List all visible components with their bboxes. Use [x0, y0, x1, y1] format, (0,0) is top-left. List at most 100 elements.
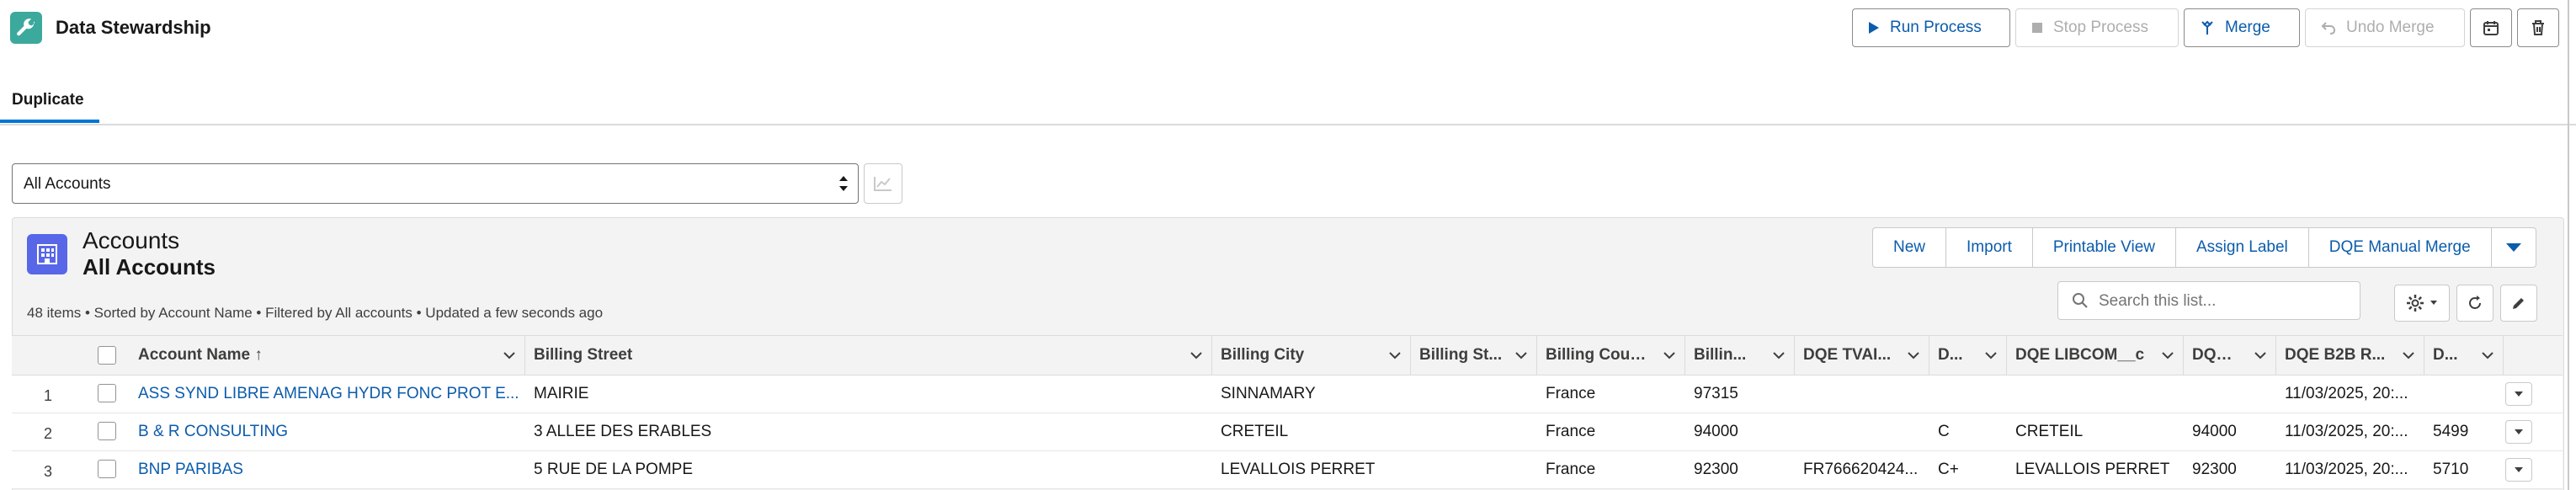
chevron-down-icon	[2505, 243, 2521, 252]
chart-button[interactable]	[864, 163, 902, 204]
column-header-account-name[interactable]: Account Name ↑	[130, 336, 525, 375]
row-checkbox[interactable]	[98, 384, 116, 402]
cell-dqe-cp	[2184, 375, 2276, 413]
refresh-button[interactable]	[2456, 285, 2494, 322]
cell-billing-street: 5 RUE DE LA POMPE	[534, 461, 694, 478]
column-header-billing-country[interactable]: Billing Coun...	[1537, 336, 1685, 375]
search-input[interactable]: Search this list...	[2057, 281, 2360, 320]
sort-ascending-icon: ↑	[254, 346, 263, 364]
undo-merge-button[interactable]: Undo Merge	[2305, 8, 2465, 47]
cell-d	[1929, 375, 2007, 413]
cell-billing-city: SINNAMARY	[1221, 385, 1316, 402]
cell-d2: 5499	[2433, 423, 2469, 440]
cell-dqe-b2b: 11/03/2025, 20:...	[2285, 423, 2408, 440]
page-scrollbar[interactable]	[2568, 0, 2569, 490]
cell-dqe-tvai: FR766620424...	[1803, 461, 1919, 478]
chevron-down-icon[interactable]	[1388, 349, 1402, 362]
row-number: 2	[44, 425, 53, 442]
chevron-down-icon[interactable]	[1984, 349, 1998, 362]
cell-d2	[2424, 375, 2504, 413]
list-view-meta: 48 items • Sorted by Account Name • Filt…	[27, 305, 604, 321]
chevron-down-icon[interactable]	[1190, 349, 1203, 362]
assign-label-button[interactable]: Assign Label	[2176, 228, 2309, 267]
run-process-button[interactable]: Run Process	[1852, 8, 2010, 47]
cell-d: C+	[1938, 461, 1959, 478]
select-all-checkbox[interactable]	[98, 346, 116, 365]
stop-icon	[2032, 23, 2042, 33]
caret-down-icon	[2515, 429, 2523, 434]
account-name-link[interactable]: B & R CONSULTING	[130, 413, 525, 450]
cell-dqe-b2b: 11/03/2025, 20:...	[2285, 385, 2408, 402]
chevron-down-icon[interactable]	[1514, 349, 1528, 362]
caret-down-icon	[2515, 467, 2523, 472]
column-header-billing-street[interactable]: Billing Street	[525, 336, 1212, 375]
play-icon	[1869, 22, 1879, 34]
printable-view-button[interactable]: Printable View	[2033, 228, 2176, 267]
list-view-select[interactable]: All Accounts	[12, 163, 859, 204]
row-actions-button[interactable]	[2505, 382, 2532, 406]
more-actions-button[interactable]	[2492, 228, 2536, 267]
column-header-dqe-tvai[interactable]: DQE TVAI...	[1795, 336, 1929, 375]
calendar-icon	[2483, 21, 2499, 35]
app-header: Data Stewardship Run Process Stop Proces…	[0, 0, 2576, 57]
cell-billing-country: France	[1546, 385, 1596, 402]
row-number: 1	[44, 387, 53, 404]
column-header-billing-postal[interactable]: Billin...	[1685, 336, 1795, 375]
app-title: Data Stewardship	[56, 17, 211, 38]
column-header-dqe-b2b[interactable]: DQE B2B R...	[2276, 336, 2424, 375]
gear-icon	[2407, 295, 2424, 312]
column-header-billing-state[interactable]: Billing St...	[1411, 336, 1537, 375]
row-number: 3	[44, 463, 53, 480]
row-checkbox[interactable]	[98, 422, 116, 440]
merge-button[interactable]: Merge	[2184, 8, 2300, 47]
chevron-down-icon[interactable]	[1663, 349, 1676, 362]
table-row: 2 B & R CONSULTING 3 ALLEE DES ERABLES C…	[12, 413, 2563, 451]
chevron-down-icon[interactable]	[503, 349, 516, 362]
calendar-button[interactable]	[2470, 8, 2512, 47]
dqe-manual-merge-button[interactable]: DQE Manual Merge	[2309, 228, 2492, 267]
row-actions-button[interactable]	[2505, 458, 2532, 482]
cell-dqe-b2b: 11/03/2025, 20:...	[2285, 461, 2408, 478]
trash-icon	[2532, 20, 2544, 35]
cell-billing-city: CRETEIL	[1221, 423, 1289, 440]
edit-list-button[interactable]	[2500, 285, 2537, 322]
column-header-d2[interactable]: D...	[2424, 336, 2504, 375]
chevron-down-icon[interactable]	[2402, 349, 2415, 362]
account-name-link[interactable]: ASS SYND LIBRE AMENAG HYDR FONC PROT E..…	[130, 375, 525, 413]
stop-process-button[interactable]: Stop Process	[2015, 8, 2179, 47]
caret-down-icon	[2515, 391, 2523, 397]
chevron-down-icon[interactable]	[2254, 349, 2267, 362]
account-name-link[interactable]: BNP PARIBAS	[130, 451, 525, 488]
cell-billing-country: France	[1546, 461, 1596, 478]
search-icon	[2073, 293, 2088, 308]
column-header-dqe-cp[interactable]: DQE ...	[2184, 336, 2276, 375]
list-actions-group: New Import Printable View Assign Label D…	[1872, 227, 2536, 268]
column-header-dqe-libcom[interactable]: DQE LIBCOM__c	[2007, 336, 2184, 375]
undo-icon	[2321, 22, 2336, 35]
table-header: Account Name ↑ Billing Street Billing Ci…	[12, 335, 2563, 375]
list-view-select-value: All Accounts	[24, 175, 111, 193]
import-button[interactable]: Import	[1946, 228, 2033, 267]
cell-dqe-cp: 92300	[2192, 461, 2237, 478]
tab-divider	[0, 124, 2576, 125]
column-header-d[interactable]: D...	[1929, 336, 2007, 375]
cell-dqe-tvai	[1795, 413, 1929, 450]
row-checkbox[interactable]	[98, 460, 116, 478]
list-settings-button[interactable]	[2394, 285, 2450, 322]
tab-duplicate[interactable]: Duplicate	[12, 91, 84, 109]
row-actions-button[interactable]	[2505, 420, 2532, 444]
chevron-down-icon[interactable]	[2161, 349, 2174, 362]
chevron-down-icon[interactable]	[1907, 349, 1920, 362]
cell-billing-street: 3 ALLEE DES ERABLES	[534, 423, 712, 440]
cell-billing-postal: 97315	[1694, 385, 1738, 402]
column-header-billing-city[interactable]: Billing City	[1212, 336, 1411, 375]
new-button[interactable]: New	[1873, 228, 1947, 267]
delete-button[interactable]	[2517, 8, 2559, 47]
wrench-icon	[10, 12, 42, 44]
chevron-down-icon[interactable]	[1772, 349, 1786, 362]
cell-billing-street: MAIRIE	[534, 385, 589, 402]
chevron-down-icon[interactable]	[2481, 349, 2494, 362]
cell-billing-country: France	[1546, 423, 1596, 440]
merge-icon	[2201, 20, 2213, 35]
cell-billing-postal: 92300	[1694, 461, 1738, 478]
